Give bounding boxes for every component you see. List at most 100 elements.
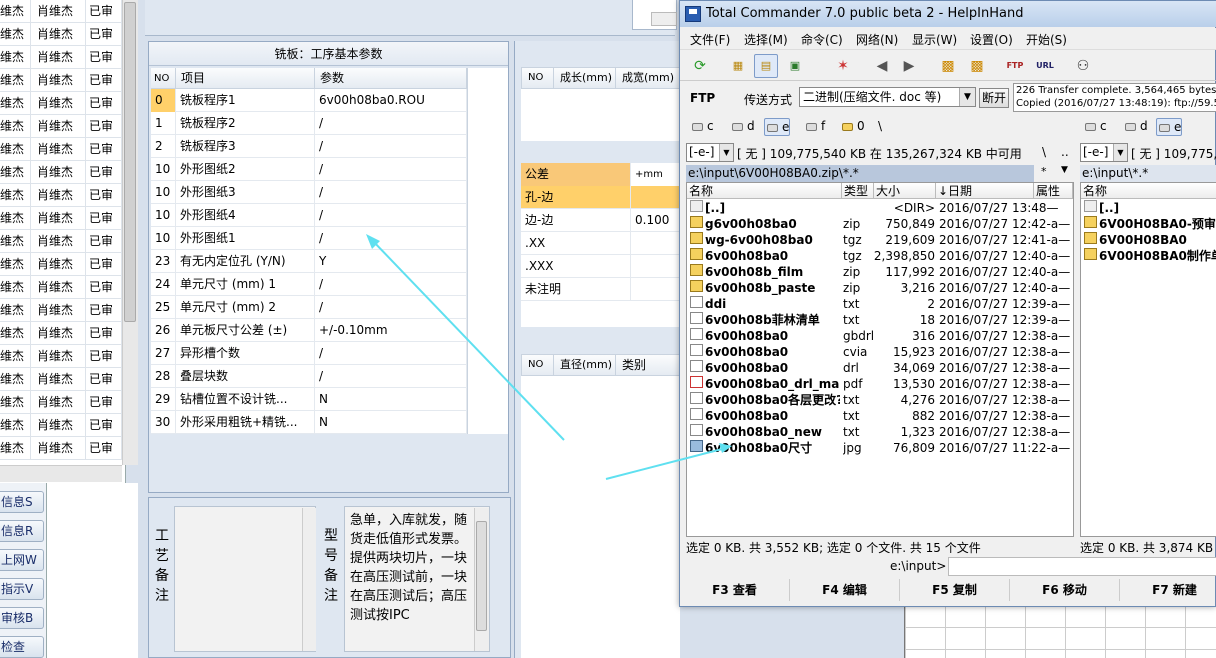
left-path-bar[interactable]: e:\input\6V00H08BA0.zip\*.* (686, 165, 1034, 182)
menu-item[interactable]: 命令(C) (801, 31, 843, 48)
thumbnail-view-icon[interactable]: ▣ (783, 54, 807, 78)
left-action-button[interactable]: 信息S (0, 491, 44, 513)
mill-param-row[interactable]: 26 单元板尺寸公差 (±) +/-0.10mm (151, 319, 467, 342)
back-arrow-icon[interactable]: ◀ (870, 54, 894, 78)
chevron-down-icon[interactable]: ▼ (1061, 165, 1068, 175)
col-date-header[interactable]: ↓日期 (936, 183, 1034, 199)
left-grid-hscroll[interactable] (0, 465, 122, 482)
parent-dir-button[interactable]: .. (1061, 145, 1069, 159)
file-row[interactable]: 6v00h08b菲林清单 txt 18 2016/07/27 12:39-a— (687, 312, 1073, 328)
mill-param-row[interactable]: 24 单元尺寸 (mm) 1/ (151, 273, 467, 296)
left-action-button[interactable]: 上网W (0, 549, 44, 571)
full-view-icon[interactable]: ▤ (754, 54, 778, 78)
left-action-button[interactable]: 审核B (0, 607, 44, 629)
tolerance-row[interactable]: 边-边 0.100 (521, 209, 680, 232)
left-grid-row[interactable]: 维杰 肖维杰 已审 (0, 183, 122, 207)
menu-item[interactable]: 选择(M) (744, 31, 788, 48)
mill-param-row[interactable]: 23 有无内定位孔 (Y/N) Y (151, 250, 467, 273)
file-row[interactable]: 6V00H08BA0-预审指 (1081, 216, 1216, 232)
mill-param-row[interactable]: 30 外形采用粗铣+精铣... N (151, 411, 467, 434)
drive-button-0[interactable]: 0 (840, 118, 865, 136)
file-row[interactable]: wg-6v00h08ba0 tgz 219,609 2016/07/27 12:41-… (687, 232, 1073, 248)
fkey-button[interactable]: F5 复制 (900, 579, 1010, 601)
left-grid-scroll-thumb[interactable] (124, 2, 136, 322)
left-grid-row[interactable]: 维杰 肖维杰 已审 (0, 321, 122, 345)
left-grid-row[interactable]: 维杰 肖维杰 已审 (0, 298, 122, 322)
left-grid-row[interactable]: 维杰 肖维杰 已审 (0, 344, 122, 368)
right-drive-select[interactable]: [-e-] ▼ (1080, 143, 1128, 162)
left-grid-row[interactable]: 维杰 肖维杰 已审 (0, 91, 122, 115)
left-grid-row[interactable]: 维杰 肖维杰 已审 (0, 68, 122, 92)
mill-param-row[interactable]: 10 外形图纸1/ (151, 227, 467, 250)
col-attr-header[interactable]: 属性 (1034, 183, 1073, 199)
chevron-down-icon[interactable]: ▼ (959, 88, 975, 106)
chevron-down-icon[interactable]: ▼ (719, 144, 733, 161)
left-name-grid[interactable]: 维杰 肖维杰 已审 维杰 肖维杰 已审 维杰 肖维杰 已审 维杰 肖维杰 已审 维杰 肖维杰 已审 维杰 肖维杰… (0, 0, 126, 483)
history-icon[interactable]: * (1041, 165, 1047, 178)
mill-param-row[interactable]: 28 叠层块数 / (151, 365, 467, 388)
right-drive-button-c[interactable]: c (1083, 118, 1107, 136)
file-row[interactable]: 6v00h08ba0_new txt 1,323 2016/07/27 12:38-a… (687, 424, 1073, 440)
drive-button-e[interactable]: e (764, 118, 791, 136)
mill-param-row[interactable]: 27 异形槽个数 / (151, 342, 467, 365)
left-grid-row[interactable]: 维杰 肖维杰 已审 (0, 45, 122, 69)
col-type-header[interactable]: 类型 (842, 183, 874, 199)
file-row[interactable]: 6v00h08ba0 cvia 15,923 2016/07/27 12:38-a— (687, 344, 1073, 360)
file-row[interactable]: 6v00h08b_paste zip 3,216 2016/07/27 12:40-a… (687, 280, 1073, 296)
file-row[interactable]: 6V00H08BA0制作单 (1081, 248, 1216, 264)
file-row[interactable]: ddi txt 2 2016/07/27 12:39-a— (687, 296, 1073, 312)
command-line-input[interactable] (948, 557, 1216, 576)
root-dir-button[interactable]: \ (1042, 145, 1046, 159)
mill-param-row[interactable]: 0 铣板程序1 6v00h08ba0.ROU (151, 89, 467, 112)
brief-view-icon[interactable]: ▦ (726, 54, 750, 78)
left-grid-row[interactable]: 维杰 肖维杰 已审 (0, 390, 122, 414)
menu-item[interactable]: 文件(F) (690, 31, 730, 48)
left-drive-select[interactable]: [-e-] ▼ (686, 143, 734, 162)
fkey-button[interactable]: F3 查看 (680, 579, 790, 601)
file-row[interactable]: 6v00h08ba0 txt 882 2016/07/27 12:38-a— (687, 408, 1073, 424)
left-action-button[interactable]: 指示V (0, 578, 44, 600)
file-row[interactable]: [..] (1081, 200, 1216, 216)
left-grid-row[interactable]: 维杰 肖维杰 已审 (0, 229, 122, 253)
drive-button-root[interactable]: \ (876, 118, 882, 136)
file-row[interactable]: 6v00h08ba0 drl 34,069 2016/07/27 12:38-a— (687, 360, 1073, 376)
left-grid-row[interactable]: 维杰 肖维杰 已审 (0, 367, 122, 391)
process-notes-textarea[interactable] (174, 506, 316, 652)
left-grid-row[interactable]: 维杰 肖维杰 已审 (0, 0, 122, 23)
search-binoculars-icon[interactable]: ⚇ (1071, 54, 1095, 78)
left-file-list[interactable]: 名称 类型 大小 ↓日期 属性 [..] <DIR> 2016/07/27 13:4… (686, 182, 1074, 537)
right-path-bar[interactable]: e:\input\*.* (1080, 165, 1216, 182)
left-grid-row[interactable]: 维杰 肖维杰 已审 (0, 275, 122, 299)
left-grid-row[interactable]: 维杰 肖维杰 已审 (0, 114, 122, 138)
chevron-down-icon[interactable]: ▼ (1113, 144, 1127, 161)
tolerance-row[interactable]: 未注明 (521, 278, 680, 301)
right-drive-button-e[interactable]: e (1156, 118, 1183, 136)
drive-button-d[interactable]: d (730, 118, 755, 136)
right-drive-button-d[interactable]: d (1123, 118, 1148, 136)
left-grid-row[interactable]: 维杰 肖维杰 已审 (0, 252, 122, 276)
tc-title-bar[interactable]: Total Commander 7.0 public beta 2 - Help… (680, 1, 1216, 27)
fkey-button[interactable]: F4 编辑 (790, 579, 900, 601)
right-file-list[interactable]: 名称 [..] 6V00H08BA0-预审指 6V00H08BA0 6V00H08BA… (1080, 182, 1216, 537)
mill-param-row[interactable]: 25 单元尺寸 (mm) 2/ (151, 296, 467, 319)
col-name-header[interactable]: 名称 (1081, 183, 1216, 199)
tolerance-table[interactable]: 公差 +mm 孔-边 边-边 0.100 .XX .XXX 未注明 (521, 163, 680, 327)
menu-item[interactable]: 网络(N) (856, 31, 898, 48)
file-row[interactable]: 6v00h08ba0各层更改?. txt 4,276 2016/07/27 12:38… (687, 392, 1073, 408)
file-row[interactable]: 6v00h08ba0_drl_map pdf 13,530 2016/07/27 12… (687, 376, 1073, 392)
url-connect-icon[interactable]: URL (1033, 54, 1057, 78)
transfer-mode-select[interactable]: 二进制(压缩文件. doc 等) ▼ (799, 87, 976, 107)
file-row[interactable]: g6v00h08ba0 zip 750,849 2016/07/27 12:42-a— (687, 216, 1073, 232)
file-row[interactable]: 6v00h08b_film zip 117,992 2016/07/27 12:40-… (687, 264, 1073, 280)
tolerance-row[interactable]: .XX (521, 232, 680, 255)
process-notes-scroll[interactable] (302, 508, 316, 651)
left-grid-row[interactable]: 维杰 肖维杰 已审 (0, 22, 122, 46)
left-action-button[interactable]: 信息R (0, 520, 44, 542)
invert-selection-icon[interactable]: ✶ (831, 54, 855, 78)
pack-icon[interactable]: ▩ (936, 54, 960, 78)
hole-table-body[interactable] (521, 376, 680, 658)
left-grid-row[interactable]: 维杰 肖维杰 已审 (0, 436, 122, 460)
mill-param-row[interactable]: 29 钻槽位置不设计铣... N (151, 388, 467, 411)
fkey-button[interactable]: F7 新建 (1120, 579, 1216, 601)
mill-param-row[interactable]: 10 外形图纸3/ (151, 181, 467, 204)
